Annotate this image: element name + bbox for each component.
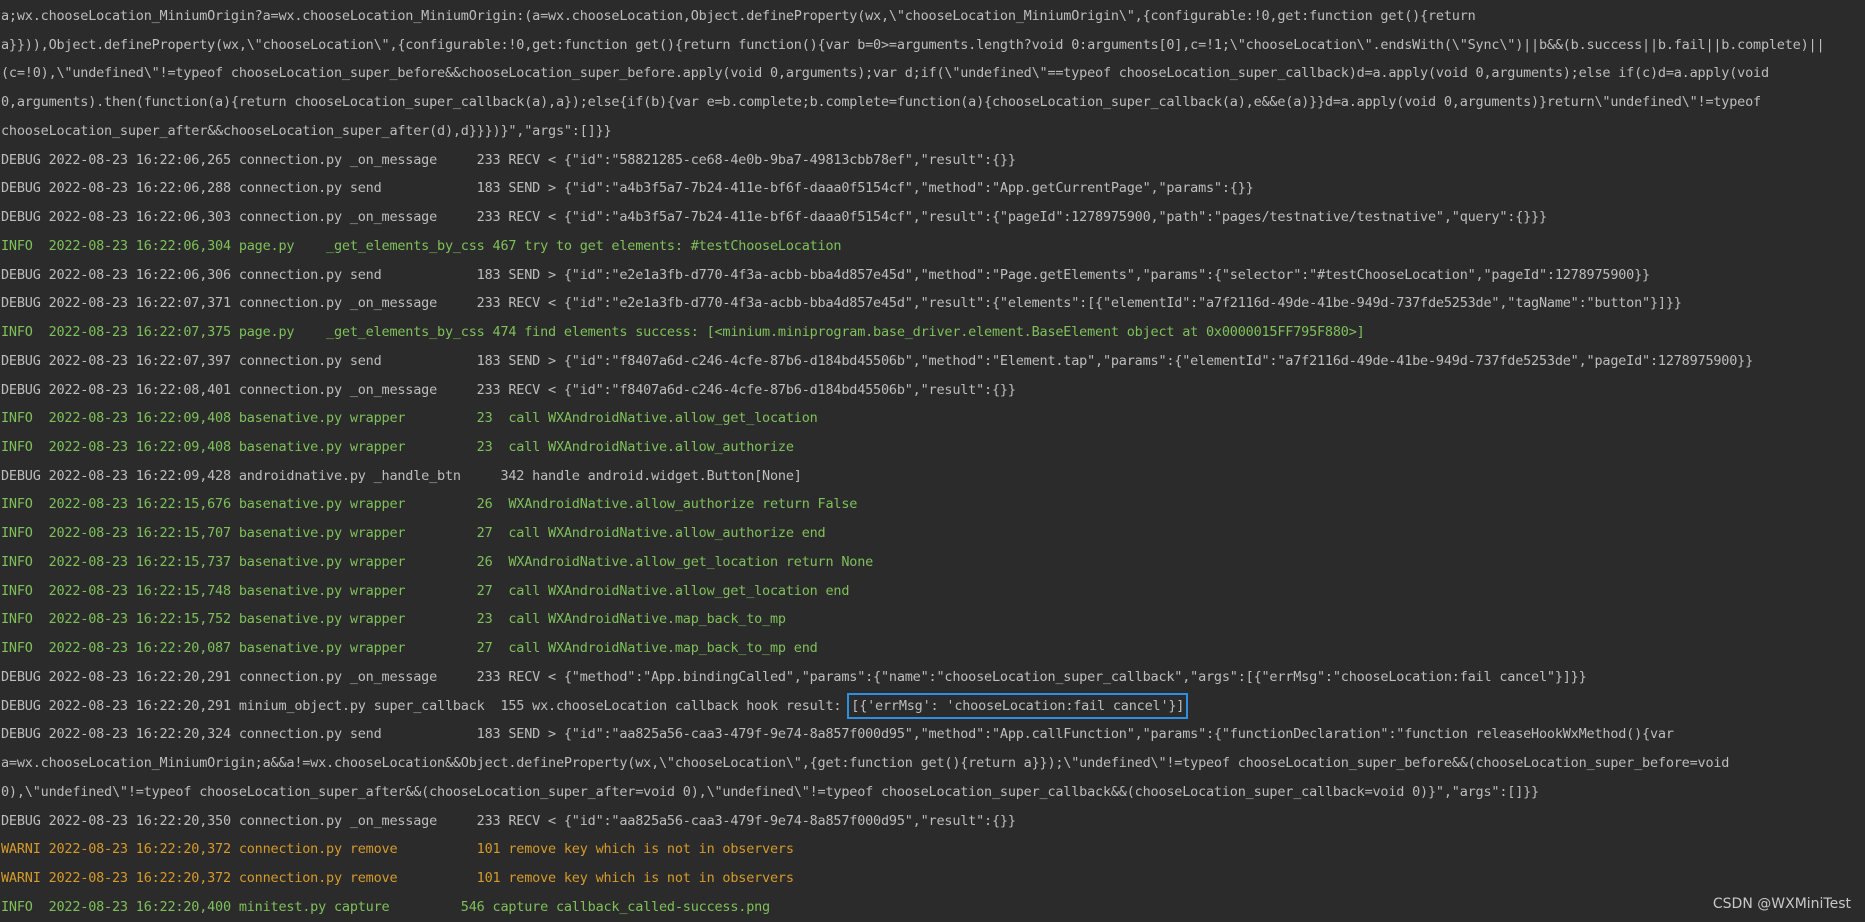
log-text: INFO 2022-08-23 16:22:20,400 minitest.py… [1,898,770,915]
log-line: INFO 2022-08-23 16:22:06,304 page.py _ge… [1,232,1865,261]
log-line: DEBUG 2022-08-23 16:22:06,303 connection… [1,203,1865,232]
log-text: DEBUG 2022-08-23 16:22:06,288 connection… [1,180,1254,197]
log-text: INFO 2022-08-23 16:22:15,676 basenative.… [1,496,858,513]
log-text: INFO 2022-08-23 16:22:15,707 basenative.… [1,525,826,542]
log-line: a=wx.chooseLocation_MiniumOrigin;a&&a!=w… [1,749,1865,778]
log-line: a;wx.chooseLocation_MiniumOrigin?a=wx.ch… [1,2,1865,31]
log-text: DEBUG 2022-08-23 16:22:20,291 connection… [1,668,1587,685]
log-console[interactable]: a;wx.chooseLocation_MiniumOrigin?a=wx.ch… [0,0,1865,920]
log-text: DEBUG 2022-08-23 16:22:08,401 connection… [1,381,1016,398]
log-line: DEBUG 2022-08-23 16:22:06,306 connection… [1,261,1865,290]
log-text: 0,arguments).then(function(a){return cho… [1,94,1761,111]
log-text: WARNI 2022-08-23 16:22:20,372 connection… [1,870,794,887]
log-line: DEBUG 2022-08-23 16:22:20,291 minium_obj… [1,692,1865,721]
log-text: a}})),Object.defineProperty(wx,\"chooseL… [1,36,1825,53]
log-text: DEBUG 2022-08-23 16:22:06,306 connection… [1,266,1650,283]
log-text: a;wx.chooseLocation_MiniumOrigin?a=wx.ch… [1,8,1476,24]
log-text: INFO 2022-08-23 16:22:20,087 basenative.… [1,640,818,657]
highlighted-result: [{'errMsg': 'chooseLocation:fail cancel'… [847,692,1189,719]
log-text: INFO 2022-08-23 16:22:15,748 basenative.… [1,582,850,599]
log-text: chooseLocation_super_after&&chooseLocati… [1,122,612,139]
log-text: INFO 2022-08-23 16:22:15,737 basenative.… [1,553,874,570]
log-line: INFO 2022-08-23 16:22:15,707 basenative.… [1,519,1865,548]
log-text: INFO 2022-08-23 16:22:06,304 page.py _ge… [1,237,842,254]
log-text: INFO 2022-08-23 16:22:15,752 basenative.… [1,611,786,628]
log-text: DEBUG 2022-08-23 16:22:06,265 connection… [1,151,1016,168]
log-text: DEBUG 2022-08-23 16:22:20,324 connection… [1,726,1674,743]
log-line: WARNI 2022-08-23 16:22:20,372 connection… [1,835,1865,864]
log-line: DEBUG 2022-08-23 16:22:09,428 androidnat… [1,462,1865,491]
log-line: DEBUG 2022-08-23 16:22:08,401 connection… [1,376,1865,405]
log-text: INFO 2022-08-23 16:22:09,408 basenative.… [1,410,818,427]
log-line: chooseLocation_super_after&&chooseLocati… [1,117,1865,146]
log-line: DEBUG 2022-08-23 16:22:06,288 connection… [1,174,1865,203]
log-text: DEBUG 2022-08-23 16:22:20,350 connection… [1,812,1016,829]
log-line: DEBUG 2022-08-23 16:22:07,371 connection… [1,289,1865,318]
log-line: INFO 2022-08-23 16:22:15,676 basenative.… [1,490,1865,519]
log-line: (c=!0),\"undefined\"!=typeof chooseLocat… [1,59,1865,88]
log-line: INFO 2022-08-23 16:22:15,737 basenative.… [1,548,1865,577]
log-text: 0),\"undefined\"!=typeof chooseLocation_… [1,783,1539,800]
log-text: DEBUG 2022-08-23 16:22:20,291 minium_obj… [1,697,850,714]
log-line: DEBUG 2022-08-23 16:22:20,291 connection… [1,663,1865,692]
log-line: INFO 2022-08-23 16:22:20,087 basenative.… [1,634,1865,663]
log-text: WARNI 2022-08-23 16:22:20,372 connection… [1,841,794,858]
log-text: INFO 2022-08-23 16:22:09,408 basenative.… [1,439,794,456]
log-line: 0),\"undefined\"!=typeof chooseLocation_… [1,778,1865,807]
log-text: (c=!0),\"undefined\"!=typeof chooseLocat… [1,65,1769,82]
log-line: INFO 2022-08-23 16:22:15,752 basenative.… [1,605,1865,634]
log-text: a=wx.chooseLocation_MiniumOrigin;a&&a!=w… [1,755,1730,772]
log-line: DEBUG 2022-08-23 16:22:20,324 connection… [1,720,1865,749]
log-text: DEBUG 2022-08-23 16:22:09,428 androidnat… [1,467,802,484]
log-line: INFO 2022-08-23 16:22:09,408 basenative.… [1,404,1865,433]
csdn-watermark: CSDN @WXMiniTest [1712,896,1851,912]
log-text: DEBUG 2022-08-23 16:22:07,397 connection… [1,352,1754,369]
log-line: WARNI 2022-08-23 16:22:20,372 connection… [1,864,1865,893]
log-text: INFO 2022-08-23 16:22:07,375 page.py _ge… [1,324,1365,341]
log-line: INFO 2022-08-23 16:22:09,408 basenative.… [1,433,1865,462]
log-line: DEBUG 2022-08-23 16:22:06,265 connection… [1,146,1865,175]
log-line: INFO 2022-08-23 16:22:20,400 minitest.py… [1,893,1865,922]
log-line: DEBUG 2022-08-23 16:22:07,397 connection… [1,347,1865,376]
log-text: DEBUG 2022-08-23 16:22:07,371 connection… [1,295,1682,312]
log-line: INFO 2022-08-23 16:22:07,375 page.py _ge… [1,318,1865,347]
log-line: a}})),Object.defineProperty(wx,\"chooseL… [1,31,1865,60]
log-line: INFO 2022-08-23 16:22:15,748 basenative.… [1,577,1865,606]
log-text: DEBUG 2022-08-23 16:22:06,303 connection… [1,209,1547,226]
log-line: DEBUG 2022-08-23 16:22:20,350 connection… [1,807,1865,836]
log-line: 0,arguments).then(function(a){return cho… [1,88,1865,117]
